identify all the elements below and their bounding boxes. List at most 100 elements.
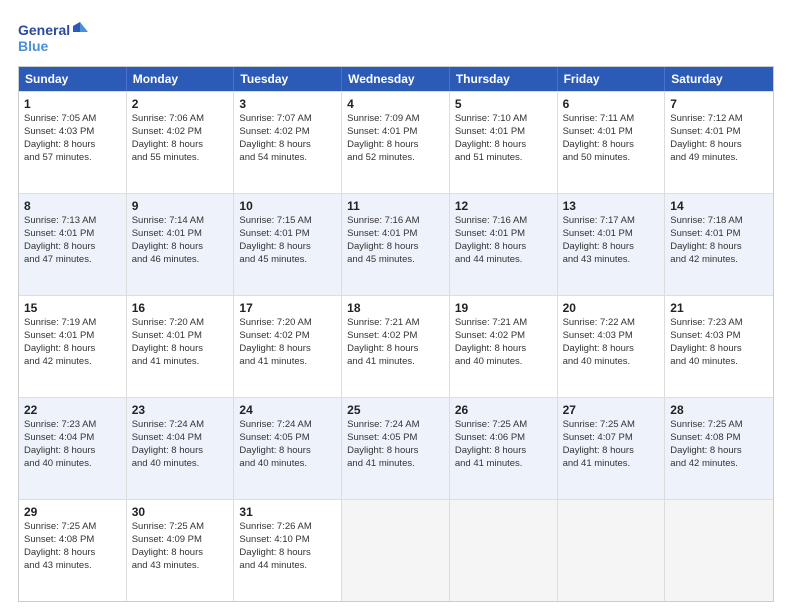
calendar-cell: 31Sunrise: 7:26 AMSunset: 4:10 PMDayligh… bbox=[234, 500, 342, 601]
logo: General Blue bbox=[18, 18, 88, 58]
day-info: Sunrise: 7:25 AM bbox=[670, 419, 768, 432]
calendar-cell: 8Sunrise: 7:13 AMSunset: 4:01 PMDaylight… bbox=[19, 194, 127, 295]
day-info: Daylight: 8 hours bbox=[455, 139, 552, 152]
day-info: Sunset: 4:06 PM bbox=[455, 432, 552, 445]
day-number: 18 bbox=[347, 300, 444, 316]
day-number: 16 bbox=[132, 300, 229, 316]
day-info: Sunrise: 7:21 AM bbox=[347, 317, 444, 330]
calendar-cell bbox=[342, 500, 450, 601]
cal-header-cell: Friday bbox=[558, 67, 666, 91]
calendar-cell bbox=[665, 500, 773, 601]
day-info: Sunset: 4:03 PM bbox=[563, 330, 660, 343]
calendar-cell: 23Sunrise: 7:24 AMSunset: 4:04 PMDayligh… bbox=[127, 398, 235, 499]
day-info: Daylight: 8 hours bbox=[24, 547, 121, 560]
day-info: Sunrise: 7:13 AM bbox=[24, 215, 121, 228]
day-info: Sunrise: 7:25 AM bbox=[132, 521, 229, 534]
day-info: and 52 minutes. bbox=[347, 152, 444, 165]
day-info: and 47 minutes. bbox=[24, 254, 121, 267]
day-info: Sunrise: 7:06 AM bbox=[132, 113, 229, 126]
day-number: 26 bbox=[455, 402, 552, 418]
day-info: Sunrise: 7:20 AM bbox=[239, 317, 336, 330]
day-info: Daylight: 8 hours bbox=[132, 343, 229, 356]
day-number: 21 bbox=[670, 300, 768, 316]
day-info: Sunrise: 7:07 AM bbox=[239, 113, 336, 126]
day-info: Daylight: 8 hours bbox=[455, 343, 552, 356]
calendar-cell: 29Sunrise: 7:25 AMSunset: 4:08 PMDayligh… bbox=[19, 500, 127, 601]
day-info: Daylight: 8 hours bbox=[24, 139, 121, 152]
calendar-cell: 11Sunrise: 7:16 AMSunset: 4:01 PMDayligh… bbox=[342, 194, 450, 295]
day-info: and 43 minutes. bbox=[24, 560, 121, 573]
day-info: Sunrise: 7:20 AM bbox=[132, 317, 229, 330]
day-number: 14 bbox=[670, 198, 768, 214]
day-info: Sunset: 4:01 PM bbox=[347, 126, 444, 139]
day-info: Sunset: 4:01 PM bbox=[132, 228, 229, 241]
cal-header-cell: Saturday bbox=[665, 67, 773, 91]
calendar: SundayMondayTuesdayWednesdayThursdayFrid… bbox=[18, 66, 774, 602]
day-number: 10 bbox=[239, 198, 336, 214]
calendar-cell: 30Sunrise: 7:25 AMSunset: 4:09 PMDayligh… bbox=[127, 500, 235, 601]
day-info: Sunrise: 7:24 AM bbox=[347, 419, 444, 432]
day-number: 5 bbox=[455, 96, 552, 112]
day-info: Sunset: 4:07 PM bbox=[563, 432, 660, 445]
calendar-cell: 10Sunrise: 7:15 AMSunset: 4:01 PMDayligh… bbox=[234, 194, 342, 295]
day-info: Sunrise: 7:14 AM bbox=[132, 215, 229, 228]
day-number: 29 bbox=[24, 504, 121, 520]
calendar-cell: 9Sunrise: 7:14 AMSunset: 4:01 PMDaylight… bbox=[127, 194, 235, 295]
day-number: 20 bbox=[563, 300, 660, 316]
day-number: 13 bbox=[563, 198, 660, 214]
day-info: Daylight: 8 hours bbox=[132, 547, 229, 560]
day-info: Sunrise: 7:23 AM bbox=[24, 419, 121, 432]
calendar-cell: 21Sunrise: 7:23 AMSunset: 4:03 PMDayligh… bbox=[665, 296, 773, 397]
day-info: Sunrise: 7:17 AM bbox=[563, 215, 660, 228]
cal-header-cell: Wednesday bbox=[342, 67, 450, 91]
day-info: Sunset: 4:01 PM bbox=[24, 228, 121, 241]
day-info: Daylight: 8 hours bbox=[239, 343, 336, 356]
day-number: 8 bbox=[24, 198, 121, 214]
day-info: and 41 minutes. bbox=[132, 356, 229, 369]
day-info: and 55 minutes. bbox=[132, 152, 229, 165]
calendar-body: 1Sunrise: 7:05 AMSunset: 4:03 PMDaylight… bbox=[19, 91, 773, 601]
day-number: 31 bbox=[239, 504, 336, 520]
day-info: Sunset: 4:05 PM bbox=[347, 432, 444, 445]
day-info: and 46 minutes. bbox=[132, 254, 229, 267]
svg-text:Blue: Blue bbox=[18, 38, 49, 54]
calendar-cell: 19Sunrise: 7:21 AMSunset: 4:02 PMDayligh… bbox=[450, 296, 558, 397]
calendar-cell: 15Sunrise: 7:19 AMSunset: 4:01 PMDayligh… bbox=[19, 296, 127, 397]
day-info: Daylight: 8 hours bbox=[24, 445, 121, 458]
day-info: Sunset: 4:01 PM bbox=[670, 228, 768, 241]
day-info: Sunset: 4:08 PM bbox=[24, 534, 121, 547]
day-info: Sunrise: 7:05 AM bbox=[24, 113, 121, 126]
calendar-cell: 24Sunrise: 7:24 AMSunset: 4:05 PMDayligh… bbox=[234, 398, 342, 499]
day-info: Daylight: 8 hours bbox=[132, 139, 229, 152]
day-number: 2 bbox=[132, 96, 229, 112]
day-info: Sunset: 4:05 PM bbox=[239, 432, 336, 445]
day-info: and 45 minutes. bbox=[347, 254, 444, 267]
calendar-cell: 26Sunrise: 7:25 AMSunset: 4:06 PMDayligh… bbox=[450, 398, 558, 499]
day-info: and 54 minutes. bbox=[239, 152, 336, 165]
day-info: and 44 minutes. bbox=[239, 560, 336, 573]
day-info: Sunset: 4:01 PM bbox=[670, 126, 768, 139]
day-number: 15 bbox=[24, 300, 121, 316]
day-info: Sunset: 4:01 PM bbox=[455, 228, 552, 241]
day-info: Sunrise: 7:16 AM bbox=[347, 215, 444, 228]
calendar-header: SundayMondayTuesdayWednesdayThursdayFrid… bbox=[19, 67, 773, 91]
day-info: Sunset: 4:01 PM bbox=[563, 228, 660, 241]
day-info: Daylight: 8 hours bbox=[239, 445, 336, 458]
day-info: Sunset: 4:10 PM bbox=[239, 534, 336, 547]
calendar-row: 15Sunrise: 7:19 AMSunset: 4:01 PMDayligh… bbox=[19, 295, 773, 397]
day-info: and 43 minutes. bbox=[132, 560, 229, 573]
calendar-cell bbox=[558, 500, 666, 601]
day-info: Sunrise: 7:12 AM bbox=[670, 113, 768, 126]
day-info: Sunset: 4:02 PM bbox=[347, 330, 444, 343]
day-info: Daylight: 8 hours bbox=[24, 241, 121, 254]
day-info: Sunrise: 7:26 AM bbox=[239, 521, 336, 534]
cal-header-cell: Sunday bbox=[19, 67, 127, 91]
day-info: Daylight: 8 hours bbox=[563, 139, 660, 152]
day-info: and 42 minutes. bbox=[24, 356, 121, 369]
day-number: 9 bbox=[132, 198, 229, 214]
day-info: Sunrise: 7:15 AM bbox=[239, 215, 336, 228]
calendar-cell: 25Sunrise: 7:24 AMSunset: 4:05 PMDayligh… bbox=[342, 398, 450, 499]
calendar-cell bbox=[450, 500, 558, 601]
header: General Blue bbox=[18, 18, 774, 58]
day-info: Sunset: 4:03 PM bbox=[670, 330, 768, 343]
